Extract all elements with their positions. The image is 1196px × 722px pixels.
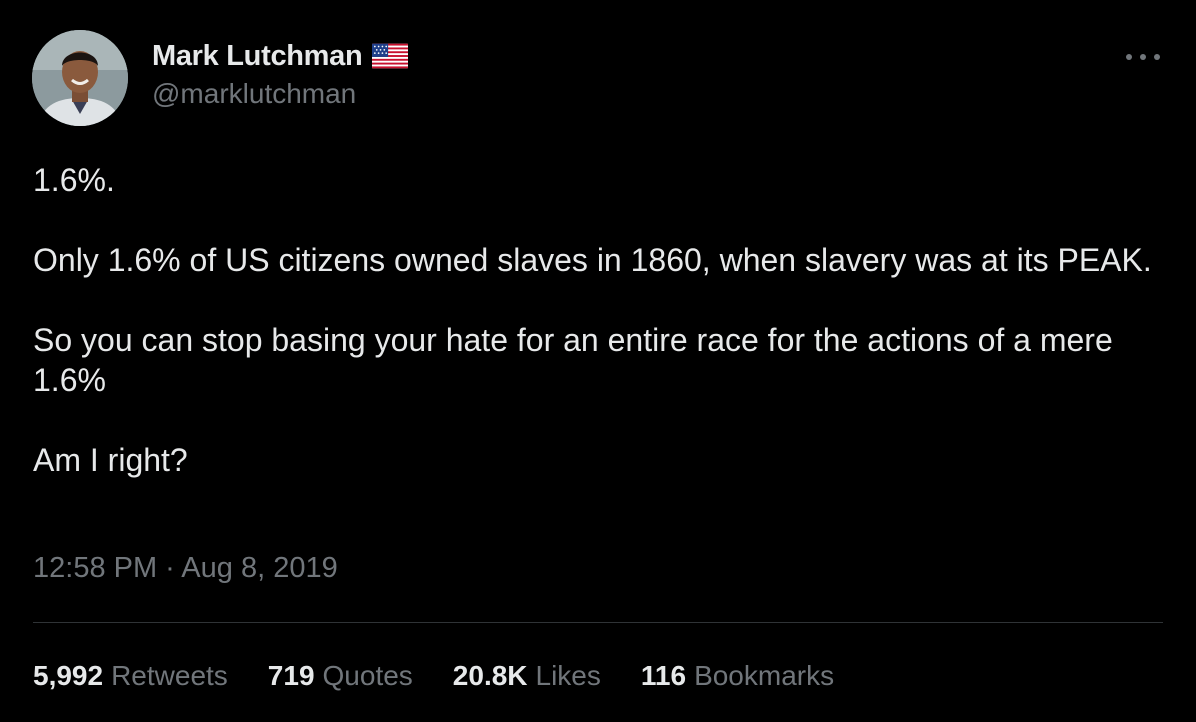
tweet-paragraph: 1.6%. (33, 162, 115, 198)
retweets-stat[interactable]: 5,992 Retweets (33, 658, 228, 694)
tweet-timestamp[interactable]: 12:58 PM · Aug 8, 2019 (33, 552, 338, 585)
author-name-row: Mark Lutchman (152, 38, 409, 74)
quotes-count: 719 (267, 660, 315, 691)
avatar-image (32, 30, 128, 126)
quotes-label: Quotes (322, 660, 413, 691)
engagement-stats: 5,992 Retweets 719 Quotes 20.8K Likes 116 Bo… (33, 658, 834, 694)
likes-count: 20.8K (452, 660, 528, 691)
retweets-count: 5,992 (33, 660, 104, 691)
author-handle[interactable]: @marklutchman (152, 78, 356, 110)
bookmarks-count: 116 (640, 660, 687, 691)
bookmarks-label: Bookmarks (694, 660, 835, 691)
author-name[interactable]: Mark Lutchman (152, 40, 363, 73)
quotes-stat[interactable]: 719 Quotes (268, 658, 413, 694)
bookmarks-stat[interactable]: 116 Bookmarks (641, 658, 834, 694)
more-dot (1154, 54, 1160, 60)
retweets-label: Retweets (111, 660, 228, 691)
tweet-paragraph: Am I right? (33, 442, 188, 478)
divider (33, 622, 1163, 623)
us-flag-icon (372, 43, 409, 69)
tweet-card: Mark Lutchman @marklutchman 1.6%. Only 1… (0, 0, 1196, 722)
tweet-paragraph: So you can stop basing your hate for an … (33, 322, 1113, 398)
likes-stat[interactable]: 20.8K Likes (453, 658, 601, 694)
avatar[interactable] (32, 30, 128, 126)
tweet-text: 1.6%. Only 1.6% of US citizens owned sla… (33, 160, 1163, 520)
more-dot (1140, 54, 1146, 60)
tweet-paragraph: Only 1.6% of US citizens owned slaves in… (33, 242, 1152, 278)
more-options-icon[interactable] (1126, 44, 1160, 70)
likes-label: Likes (535, 660, 601, 691)
more-dot (1126, 54, 1132, 60)
